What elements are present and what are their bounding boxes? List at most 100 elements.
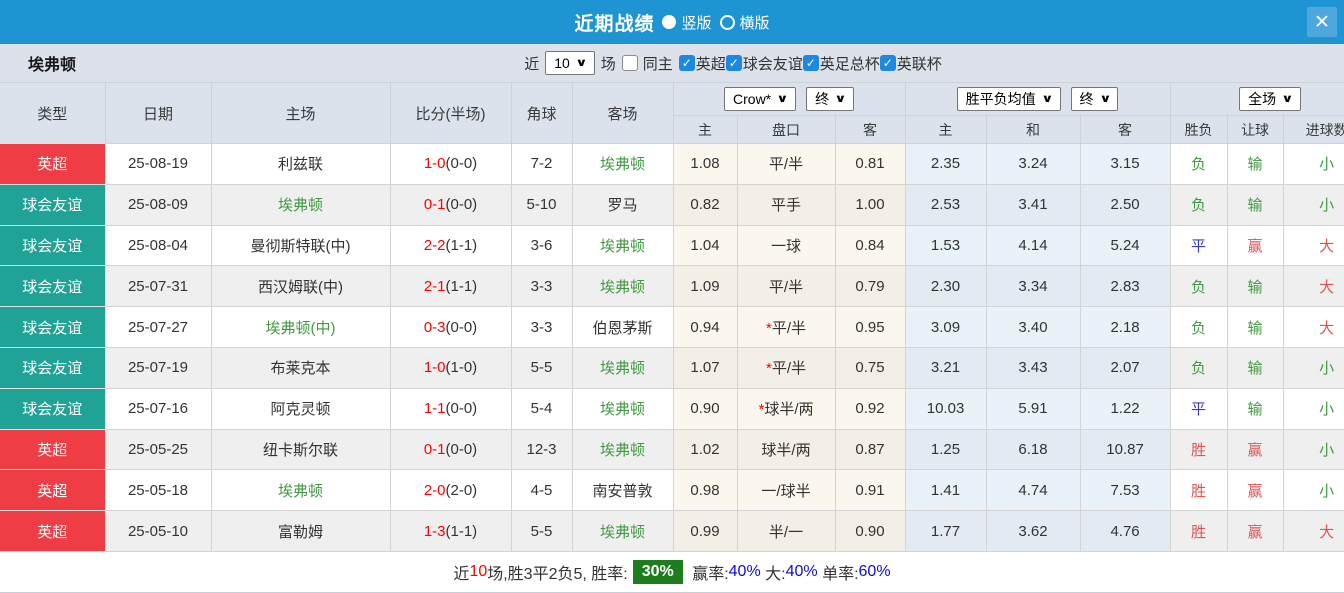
- europe-source-select[interactable]: 胜平负均值 ∨: [956, 87, 1061, 111]
- asian-away-odds: 1.00: [834, 183, 906, 226]
- summary-text: 单率:: [817, 565, 859, 583]
- outcome-value: 负: [1169, 143, 1228, 185]
- handicap-line: *平/半: [736, 306, 836, 348]
- europe-time-select[interactable]: 终 ∨: [1070, 87, 1119, 111]
- league-checkbox-item[interactable]: ✓ 英足总杯: [802, 53, 880, 74]
- same-home-checkbox-item[interactable]: 同主: [621, 53, 677, 74]
- chevron-down-icon: ∨: [834, 93, 847, 105]
- league-label: 英足总杯: [819, 55, 880, 73]
- scope-value: 全场: [1248, 91, 1277, 107]
- euro-draw-odds: 5.91: [985, 387, 1081, 430]
- league-checkbox-item[interactable]: ✓ 英联杯: [879, 53, 942, 74]
- match-date: 25-07-31: [104, 265, 212, 308]
- euro-home-odds: 1.41: [904, 469, 987, 512]
- corner-score: 3-3: [510, 265, 573, 308]
- subcol-asian-home: 主: [673, 115, 738, 144]
- summary-text: 近: [453, 565, 470, 583]
- handicap-line: 一球: [736, 224, 836, 267]
- checkbox-checked-icon[interactable]: ✓: [678, 55, 695, 71]
- radio-selected-icon[interactable]: [662, 15, 677, 29]
- score-cell: 2-1(1-1): [389, 265, 512, 308]
- league-checkbox-item[interactable]: ✓ 球会友谊: [725, 53, 803, 74]
- subcol-goals: 进球数: [1282, 115, 1344, 144]
- league-filter-group: ✓ 英超 ✓ 球会友谊 ✓ 英足总杯 ✓ 英联杯: [678, 53, 942, 74]
- checkbox-checked-icon[interactable]: ✓: [802, 55, 819, 71]
- handicap-result-value: 输: [1226, 265, 1284, 308]
- home-team: 富勒姆: [210, 510, 391, 552]
- asian-time-select[interactable]: 终 ∨: [806, 87, 855, 111]
- corner-score: 12-3: [510, 428, 573, 471]
- euro-away-odds: 7.53: [1079, 469, 1171, 512]
- euro-home-odds: 1.53: [904, 224, 987, 267]
- euro-away-odds: 1.22: [1079, 387, 1171, 430]
- score-cell: 1-3(1-1): [389, 510, 512, 552]
- league-type-badge: 球会友谊: [0, 265, 106, 308]
- chevron-down-icon: ∨: [776, 93, 789, 105]
- checkbox-checked-icon[interactable]: ✓: [725, 55, 742, 71]
- match-date: 25-08-09: [104, 183, 212, 226]
- outcome-value: 平: [1169, 387, 1228, 430]
- match-date: 25-05-18: [104, 469, 212, 512]
- asian-home-odds: 1.09: [672, 265, 738, 308]
- home-team: 曼彻斯特联(中): [210, 224, 391, 267]
- asian-time-value: 终: [815, 91, 830, 107]
- subcol-euro-draw: 和: [985, 115, 1081, 144]
- subcol-outcome: 胜负: [1169, 115, 1228, 144]
- checkbox-unchecked-icon[interactable]: [621, 55, 638, 71]
- recent-count-select[interactable]: 10 ∨: [545, 51, 595, 75]
- asian-home-odds: 0.99: [672, 510, 738, 552]
- close-icon[interactable]: ✕: [1307, 7, 1337, 37]
- handicap-line: 平/半: [736, 143, 836, 185]
- away-team: 埃弗顿: [571, 428, 674, 471]
- handicap-result-value: 赢: [1226, 469, 1284, 512]
- handicap-result-value: 赢: [1226, 510, 1284, 552]
- score-cell: 2-0(2-0): [389, 469, 512, 512]
- goals-result-value: 小: [1282, 183, 1344, 226]
- asian-away-odds: 0.90: [834, 510, 906, 552]
- outcome-value: 负: [1169, 183, 1228, 226]
- outcome-value: 胜: [1169, 428, 1228, 471]
- handicap-line: *球半/两: [736, 387, 836, 430]
- away-team: 埃弗顿: [571, 387, 674, 430]
- goals-result-value: 小: [1282, 428, 1344, 471]
- layout-radio-vertical[interactable]: 竖版: [662, 12, 712, 33]
- corner-score: 4-5: [510, 469, 573, 512]
- league-checkbox-item[interactable]: ✓ 英超: [678, 53, 726, 74]
- corner-score: 3-3: [510, 306, 573, 348]
- results-table-body: 英超 25-08-19 利兹联 1-0(0-0) 7-2 埃弗顿 1.08 平/…: [0, 143, 1344, 552]
- euro-away-odds: 2.18: [1079, 306, 1171, 348]
- score-cell: 0-3(0-0): [389, 306, 512, 348]
- asian-odds-group-header: Crow* ∨ 终 ∨: [672, 82, 906, 116]
- league-label: 球会友谊: [742, 55, 803, 73]
- checkbox-checked-icon[interactable]: ✓: [879, 55, 896, 71]
- layout-radio-horizontal[interactable]: 横版: [719, 12, 770, 33]
- recent-count-value: 10: [554, 55, 570, 71]
- outcome-value: 胜: [1169, 469, 1228, 512]
- col-header-score: 比分(半场): [389, 82, 512, 144]
- europe-source-value: 胜平负均值: [965, 91, 1036, 107]
- match-date: 25-07-27: [104, 306, 212, 348]
- summary-text: 大:: [760, 565, 786, 583]
- outcome-value: 平: [1169, 224, 1228, 267]
- score-cell: 0-1(0-0): [389, 183, 512, 226]
- away-team: 埃弗顿: [571, 143, 674, 185]
- score-cell: 2-2(1-1): [389, 224, 512, 267]
- chevron-down-icon: ∨: [1281, 93, 1294, 105]
- match-date: 25-08-04: [104, 224, 212, 267]
- window-title: 近期战绩: [574, 13, 655, 35]
- euro-home-odds: 1.77: [904, 510, 987, 552]
- league-type-badge: 球会友谊: [0, 346, 106, 389]
- table-row: 球会友谊 25-08-04 曼彻斯特联(中) 2-2(1-1) 3-6 埃弗顿 …: [0, 224, 1344, 267]
- handicap-result-value: 输: [1226, 346, 1284, 389]
- asian-home-odds: 0.94: [672, 306, 738, 348]
- radio-unselected-icon[interactable]: [719, 14, 735, 30]
- corner-score: 3-6: [510, 224, 573, 267]
- corner-score: 7-2: [510, 143, 573, 185]
- match-date: 25-05-25: [104, 428, 212, 471]
- scope-select[interactable]: 全场 ∨: [1239, 87, 1302, 111]
- col-header-date: 日期: [104, 82, 212, 144]
- away-team: 埃弗顿: [571, 510, 674, 552]
- asian-source-select[interactable]: Crow* ∨: [724, 87, 797, 111]
- matches-label: 场: [600, 55, 616, 73]
- asian-home-odds: 1.07: [672, 346, 738, 389]
